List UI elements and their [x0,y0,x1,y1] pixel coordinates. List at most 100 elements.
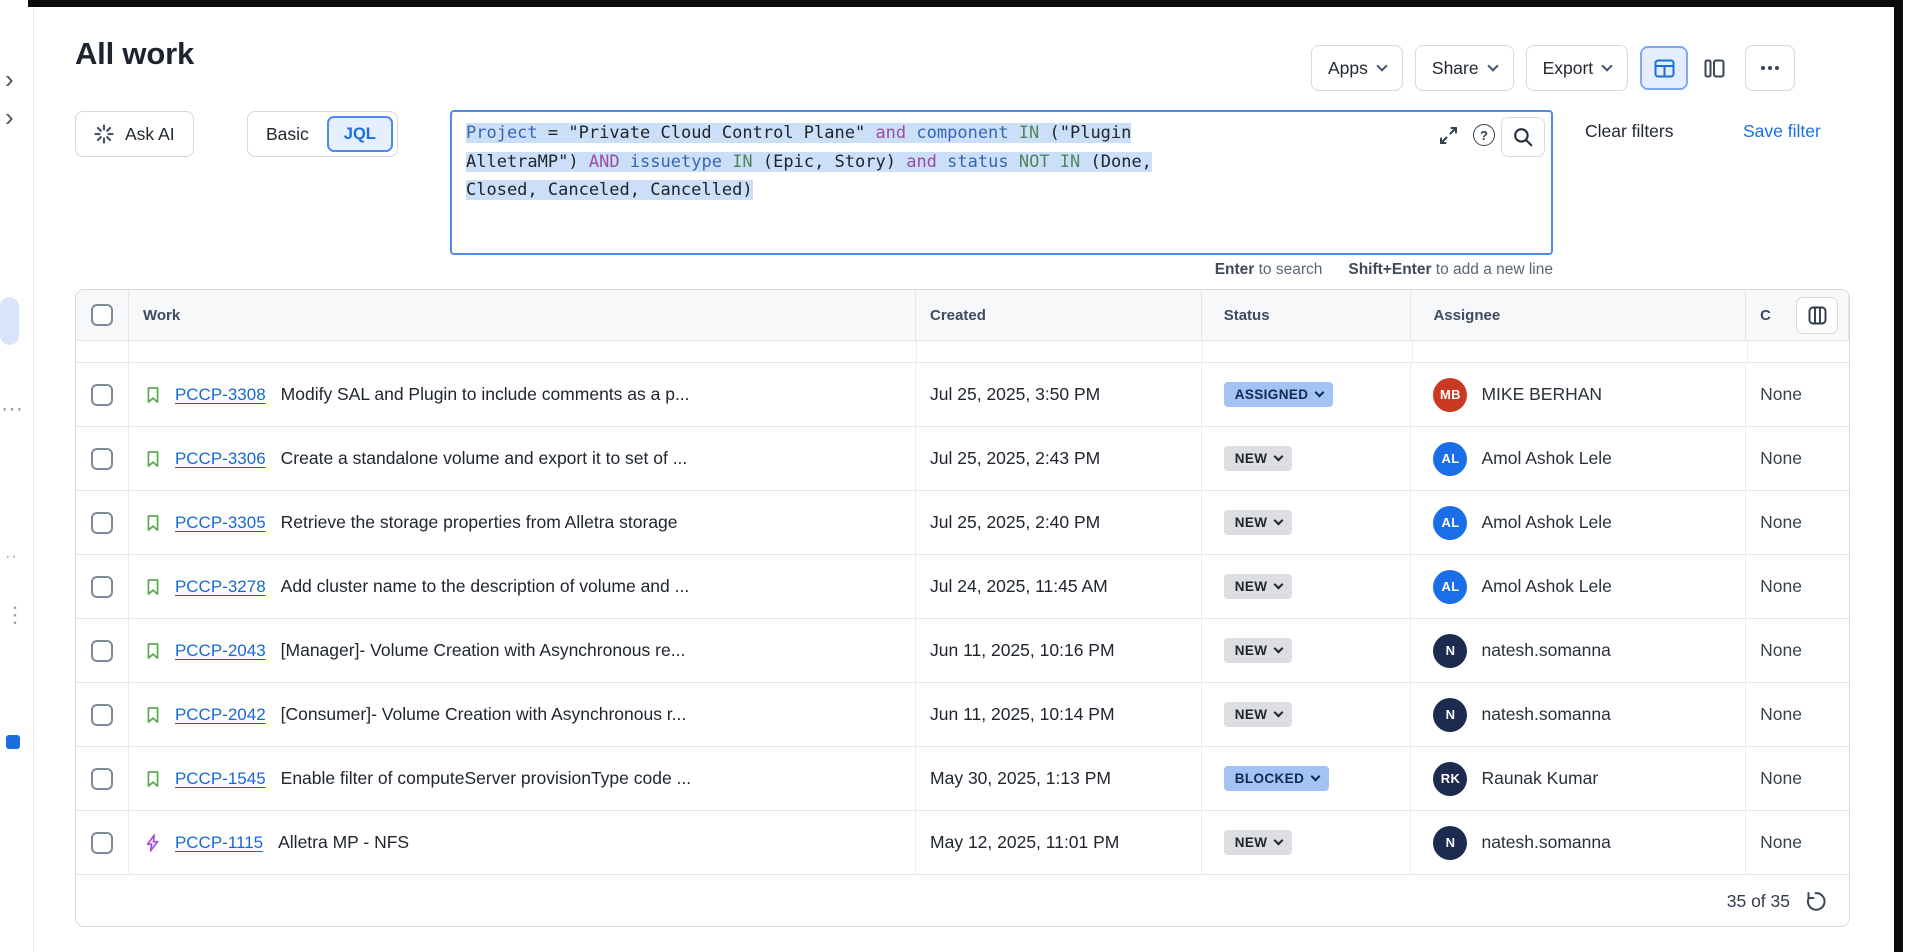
split-view-icon [1704,59,1725,78]
partial-row [76,341,1849,363]
status-label: ASSIGNED [1235,387,1309,402]
column-header-status[interactable]: Status [1202,290,1412,340]
work-items-table: Work Created Status Assignee C [75,289,1850,927]
issue-summary[interactable]: Alletra MP - NFS [278,832,409,853]
row-checkbox[interactable] [91,640,113,662]
export-button[interactable]: Export [1526,45,1629,91]
apps-button[interactable]: Apps [1311,45,1403,91]
assignee-name: natesh.somanna [1481,832,1610,853]
row-checkbox[interactable] [91,832,113,854]
basic-mode-tab[interactable]: Basic [248,124,327,145]
column-header-work[interactable]: Work [129,290,916,340]
status-badge[interactable]: NEW [1224,702,1293,727]
issue-summary[interactable]: Retrieve the storage properties from All… [281,512,678,533]
table-row[interactable]: PCCP-1545 Enable filter of computeServer… [76,747,1849,811]
table-row[interactable]: PCCP-3308 Modify SAL and Plugin to inclu… [76,363,1849,427]
sidebar-app-tile[interactable] [6,735,20,749]
table-row[interactable]: PCCP-2043 [Manager]- Volume Creation wit… [76,619,1849,683]
row-checkbox[interactable] [91,384,113,406]
table-row[interactable]: PCCP-3305 Retrieve the storage propertie… [76,491,1849,555]
issue-summary[interactable]: Add cluster name to the description of v… [281,576,690,597]
issue-key-link[interactable]: PCCP-1545 [175,769,266,789]
avatar: N [1433,634,1467,668]
ellipsis-icon [1759,65,1781,71]
expand-icon[interactable] [1438,125,1459,146]
jira-all-work-page: › › ⋯ ·· ⋮ All work Apps Share Export [0,0,1912,952]
issue-summary[interactable]: Create a standalone volume and export it… [281,448,688,469]
table-row[interactable]: PCCP-3278 Add cluster name to the descri… [76,555,1849,619]
avatar: AL [1433,442,1467,476]
assignee-name: MIKE BERHAN [1481,384,1602,405]
table-header-row: Work Created Status Assignee C [76,290,1849,341]
chevron-down-icon [1274,708,1284,718]
status-badge[interactable]: BLOCKED [1224,766,1330,791]
table-view-icon [1654,59,1675,78]
issue-key-link[interactable]: PCCP-2043 [175,641,266,661]
table-view-button[interactable] [1640,46,1688,90]
split-view-button[interactable] [1695,46,1733,90]
issue-summary[interactable]: [Consumer]- Volume Creation with Asynchr… [281,704,687,725]
extra-value: None [1760,640,1802,661]
row-checkbox[interactable] [91,448,113,470]
status-badge[interactable]: NEW [1224,574,1293,599]
chevron-down-icon [1274,580,1284,590]
chevron-down-icon [1274,836,1284,846]
sidebar-chevron-icon[interactable]: › [5,104,14,130]
column-header-assignee[interactable]: Assignee [1411,290,1746,340]
more-actions-button[interactable] [1745,45,1795,91]
sidebar-chevron-icon[interactable]: › [5,66,14,92]
save-filter-link[interactable]: Save filter [1743,121,1821,142]
status-badge[interactable]: NEW [1224,638,1293,663]
created-value: Jul 25, 2025, 2:43 PM [930,448,1100,469]
issue-summary[interactable]: [Manager]- Volume Creation with Asynchro… [281,640,686,661]
view-switcher [1640,46,1733,90]
search-hint: Enter to searchShift+Enter to add a new … [450,261,1553,279]
share-button[interactable]: Share [1415,45,1514,91]
avatar: N [1433,698,1467,732]
issue-summary[interactable]: Enable filter of computeServer provision… [281,768,692,789]
columns-settings-button[interactable] [1796,297,1838,334]
extra-value: None [1760,384,1802,405]
issue-key-link[interactable]: PCCP-3278 [175,577,266,597]
refresh-button[interactable] [1804,890,1827,913]
extra-value: None [1760,512,1802,533]
select-all-checkbox[interactable] [91,304,113,326]
chevron-down-icon [1487,60,1498,71]
table-row[interactable]: PCCP-3306 Create a standalone volume and… [76,427,1849,491]
assignee-name: Amol Ashok Lele [1481,512,1611,533]
refresh-icon [1804,890,1827,913]
assignee-name: Amol Ashok Lele [1481,576,1611,597]
issue-summary[interactable]: Modify SAL and Plugin to include comment… [281,384,690,405]
issue-key-link[interactable]: PCCP-2042 [175,705,266,725]
search-button[interactable] [1501,117,1545,157]
story-icon [143,769,163,789]
jql-mode-tab[interactable]: JQL [327,116,393,152]
issue-key-link[interactable]: PCCP-3306 [175,449,266,469]
table-row[interactable]: PCCP-2042 [Consumer]- Volume Creation wi… [76,683,1849,747]
row-checkbox[interactable] [91,768,113,790]
table-body: PCCP-3308 Modify SAL and Plugin to inclu… [76,363,1849,875]
sidebar-vertical-dots-icon[interactable]: ⋮ [4,602,27,628]
issue-key-link[interactable]: PCCP-3308 [175,385,266,405]
status-badge[interactable]: NEW [1224,510,1293,535]
issue-key-link[interactable]: PCCP-3305 [175,513,266,533]
clear-filters-button[interactable]: Clear filters [1585,121,1674,142]
story-icon [143,449,163,469]
status-badge[interactable]: ASSIGNED [1224,382,1334,407]
created-value: May 30, 2025, 1:13 PM [930,768,1111,789]
sparkle-icon [94,124,114,144]
status-badge[interactable]: NEW [1224,446,1293,471]
issue-key-link[interactable]: PCCP-1115 [175,833,263,853]
ask-ai-button[interactable]: Ask AI [75,111,194,157]
chevron-down-icon [1274,644,1284,654]
row-checkbox[interactable] [91,512,113,534]
help-icon[interactable]: ? [1473,124,1495,146]
status-badge[interactable]: NEW [1224,830,1293,855]
row-checkbox[interactable] [91,704,113,726]
row-checkbox[interactable] [91,576,113,598]
table-row[interactable]: PCCP-1115 Alletra MP - NFS May 12, 2025,… [76,811,1849,875]
sidebar-ellipsis-icon[interactable]: ⋯ [1,396,24,422]
column-header-created[interactable]: Created [916,290,1202,340]
sidebar-selected-item[interactable] [0,297,19,345]
jql-query-input[interactable]: Project = "Private Cloud Control Plane" … [450,110,1553,255]
